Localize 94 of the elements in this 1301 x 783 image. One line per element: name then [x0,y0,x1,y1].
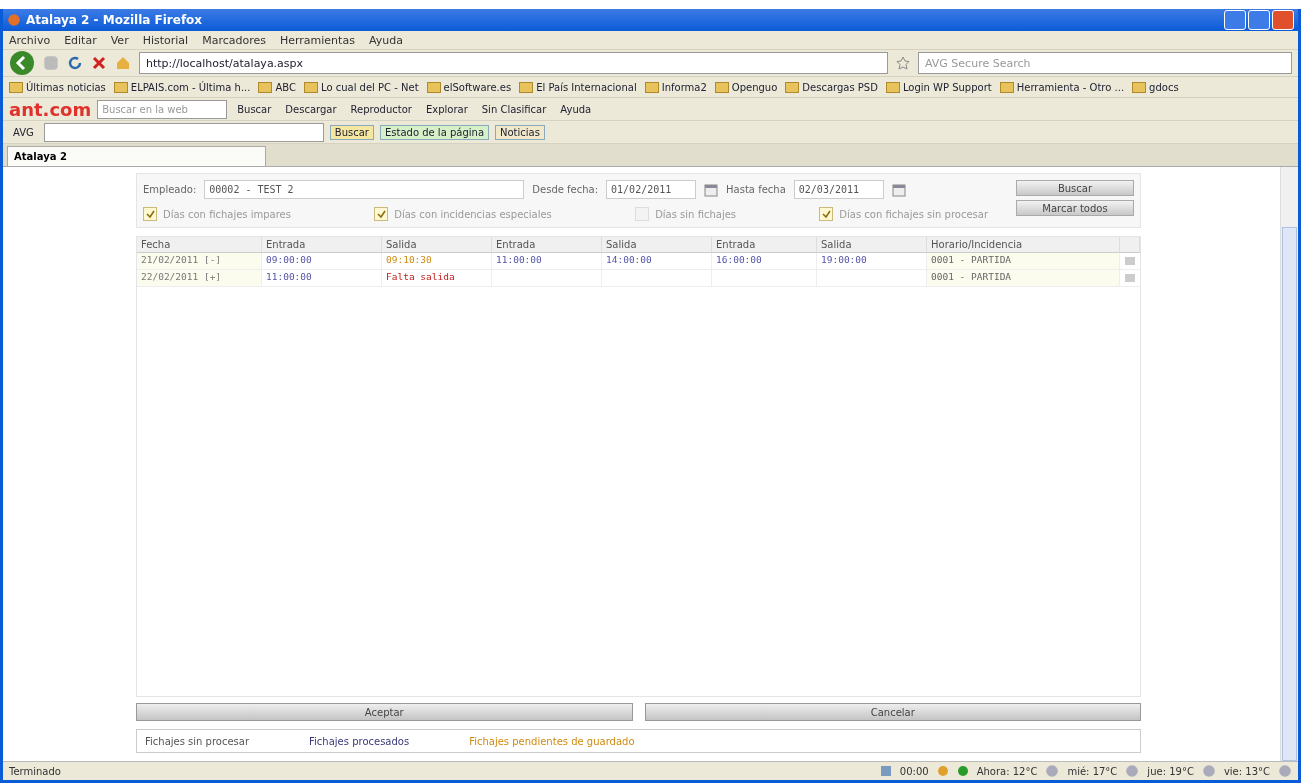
legend-label: Fichajes procesados [309,735,410,747]
clock-text: 00:00 [899,765,929,777]
weather-text: vie: 13°C [1223,765,1270,777]
menu-item[interactable]: Archivo [9,33,51,47]
table-cell: 09:10:30 [382,253,492,270]
bookmark[interactable]: ELPAIS.com - Última h... [113,81,251,93]
field-label: Desde fecha: [532,184,599,195]
toolbar-button[interactable]: Sin Clasificar [477,102,551,116]
calendar-icon[interactable] [704,182,719,197]
toolbar-button[interactable]: Buscar [233,102,276,116]
filter-button[interactable]: Marcar todos [1016,200,1134,216]
column-header: Salida [602,237,712,253]
close-button[interactable] [1272,10,1294,30]
stop-icon[interactable] [91,55,107,71]
toolbar-logo: ant.com [9,98,92,120]
status-text: Terminado [9,765,61,777]
action-button[interactable]: Aceptar [136,703,633,721]
bookmark[interactable]: Descargas PSD [785,81,878,93]
checkbox[interactable] [143,207,157,221]
weather-text: mié: 17°C [1067,765,1118,777]
weather-text: Ahora: 12°C [976,765,1038,777]
bookmark[interactable]: ABC [258,81,296,93]
column-header: Salida [382,237,492,253]
column-header: Salida [817,237,927,253]
table-cell: 11:00:00 [262,270,382,287]
menu-item[interactable]: Editar [64,33,97,47]
bookmark[interactable]: Informa2 [644,81,707,93]
table-cell: 0001 - PARTIDA [927,270,1120,287]
column-header: Entrada [262,237,382,253]
bookmark[interactable]: El País Internacional [519,81,637,93]
reload-icon[interactable] [67,55,83,71]
bookmark[interactable]: Últimas noticias [9,81,106,93]
toolbar-button[interactable]: Estado de la página [379,124,489,140]
table-cell: 16:00:00 [712,253,817,270]
window-title: Atalaya 2 - Mozilla Firefox [26,13,203,27]
bookmark[interactable]: Login WP Support [885,81,992,93]
menu-item[interactable]: Ver [110,33,129,47]
checkbox-label: Días con incidencias especiales [394,208,552,220]
bookmark[interactable]: Herramienta - Otro ... [999,81,1125,93]
menu-item[interactable]: Ayuda [368,33,403,47]
table-cell: 21/02/2011 [-] [137,253,262,270]
table-cell: 14:00:00 [602,253,712,270]
date-field[interactable]: 01/02/2011 [606,180,697,199]
toolbar-search-field[interactable] [43,122,324,142]
star-icon[interactable] [896,56,910,70]
column-header: Entrada [492,237,602,253]
column-header: Fecha [137,237,262,253]
checkbox[interactable] [819,207,834,221]
filter-button[interactable]: Buscar [1016,180,1134,196]
checkbox[interactable] [635,207,650,221]
bookmark[interactable]: elSoftware.es [426,81,512,93]
table-cell: 0001 - PARTIDA [927,253,1120,270]
table-cell: Falta salida [382,270,492,287]
status-icon [956,765,969,777]
menu-item[interactable]: Marcadores [202,33,266,47]
toolbar-button[interactable]: Descargar [281,102,341,116]
status-icon [879,765,892,777]
toolbar-logo[interactable]: AVG [9,125,38,139]
column-header: Entrada [712,237,817,253]
date-field[interactable]: 02/03/2011 [793,180,884,199]
minimize-button[interactable] [1224,10,1246,30]
calendar-icon[interactable] [891,182,906,197]
address-field[interactable]: http://localhost/atalaya.aspx [139,52,888,74]
legend-label: Fichajes pendientes de guardado [469,735,635,747]
weather-text: jue: 19°C [1147,765,1194,777]
toolbar-button[interactable]: Ayuda [556,102,596,116]
column-header: Horario/Incidencia [927,237,1120,253]
legend-label: Fichajes sin procesar [145,735,250,747]
bookmark[interactable]: gdocs [1132,81,1179,93]
field-label: Hasta fecha [726,184,786,195]
back-icon[interactable] [9,50,35,76]
table-cell: 22/02/2011 [+] [137,270,262,287]
toolbar-button[interactable]: Buscar [329,124,374,140]
scrollbar[interactable] [1280,167,1298,761]
toolbar-button[interactable]: Reproductor [346,102,416,116]
status-icon [936,765,949,777]
checkbox-label: Días sin fichajes [655,208,737,220]
toolbar-button[interactable]: Explorar [421,102,472,116]
table-cell: 11:00:00 [492,253,602,270]
checkbox-label: Días con fichajes impares [163,208,291,220]
field-label: Empleado: [143,184,197,195]
menu-item[interactable]: Herramientas [279,33,355,47]
maximize-button[interactable] [1248,10,1270,30]
bookmark[interactable]: Lo cual del PC - Net [304,81,419,93]
checkbox[interactable] [374,207,389,221]
bookmark[interactable]: Openguo [714,81,778,93]
employee-field[interactable]: 00002 - TEST 2 [204,180,525,199]
table-cell: 19:00:00 [817,253,927,270]
toolbar-button[interactable]: Noticias [495,124,545,140]
checkbox-label: Días con fichajes sin procesar [839,208,988,220]
action-button[interactable]: Cancelar [644,703,1141,721]
browser-tab[interactable]: Atalaya 2 [7,146,266,166]
menu-item[interactable]: Historial [142,33,189,47]
table-cell: 09:00:00 [262,253,382,270]
